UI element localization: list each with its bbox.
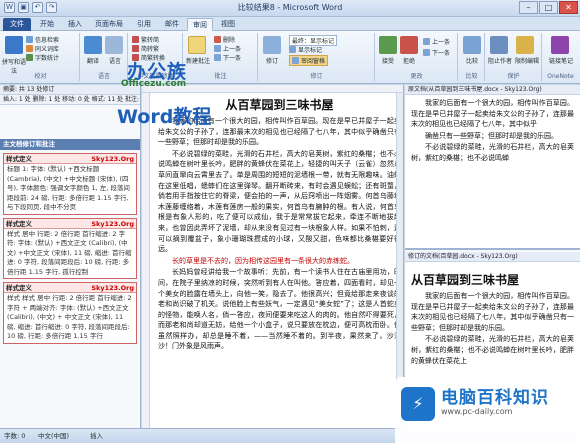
show-markup-button[interactable]: 显示标记 (289, 45, 322, 54)
research-button[interactable]: 信息检索 (26, 35, 59, 44)
compare-icon[interactable] (463, 36, 481, 54)
revision-body: 样式 样式 居中 行距: 2 倍行距 首行缩进: 2 字符 + 两端对齐: 字体… (7, 294, 132, 340)
maximize-icon[interactable]: □ (539, 1, 558, 14)
trad-to-simp-button[interactable]: 繁转简 (132, 35, 159, 44)
status-wordcount[interactable]: 字数: 0 (4, 429, 25, 443)
tab-insert[interactable]: 插入 (62, 18, 88, 31)
group-onenote: 链接笔记 OneNote (543, 33, 578, 81)
tab-mailings[interactable]: 邮件 (159, 18, 185, 31)
status-language[interactable]: 中文(中国) (38, 429, 69, 443)
revised-pane-header: 修订的文档(百草园.docx - Sky123.Org) (405, 252, 580, 262)
brand-url: www.pc-daily.com (441, 407, 513, 416)
revision-card[interactable]: 样式定义 Sky123.Org 样式 样式 居中 行距: 2 倍行距 首行缩进: … (3, 282, 137, 344)
original-document-pane[interactable]: 原文档(从百草园到三味书屋.docx - Sky123.Org) 我家的后面有一… (405, 85, 580, 250)
doc-paragraph-revised: 长的草里是不去的，因为相传这园里有一条很大的赤练蛇。 (172, 256, 354, 265)
group-tracking: 修订 最终：显示标记 显示标记 审阅窗格 修订 (259, 33, 375, 81)
delete-comment-button[interactable]: 删除 (214, 35, 235, 44)
track-changes-label: 修订 (265, 58, 278, 65)
title-bar: W ▣ ↶ ↷ 比较结果8 - Microsoft Word – □ ✕ (0, 0, 580, 17)
reject-label: 拒绝 (402, 58, 415, 65)
group-label-changes: 更改 (410, 73, 423, 80)
tab-home[interactable]: 开始 (34, 18, 60, 31)
window-controls: – □ ✕ (519, 1, 578, 14)
simp-to-trad-button[interactable]: 简转繁 (132, 44, 159, 53)
revised-paragraph: 不必说碧绿的菜畦，光滑的石井栏，高大的皂荚树，紫红的桑椹；也不必说鸣蝉在树叶里长… (411, 335, 574, 365)
group-proofing: 信息检索 同义词库 字数统计 拼写和语法 校对 (2, 33, 80, 81)
revision-author: Sky123.Org (91, 219, 134, 228)
spelling-icon[interactable] (5, 36, 23, 54)
translate-label: 翻译 (86, 58, 99, 65)
revision-body: 样式 居中 行距: 2 倍行距 首行缩进: 2 字符: 字体: (默认) +西文… (7, 229, 132, 276)
original-paragraph: 我家的后面有一个很大的园，相传叫作百草园。现在是早已并屋子一起卖给朱文公的子孙了… (411, 99, 574, 129)
minimize-icon[interactable]: – (519, 1, 538, 14)
original-pane-header: 原文档(从百草园到三味书屋.docx - Sky123.Org) (405, 85, 580, 95)
revision-author: Sky123.Org (91, 155, 134, 163)
next-change-button[interactable]: 下一条 (423, 48, 450, 57)
revision-card[interactable]: 样式定义 Sky123.Org 标题 1: 字体: (默认) +西文标题 (Cam… (3, 153, 137, 215)
pc-daily-watermark: ⚡ 电脑百科知识 www.pc-daily.com (395, 377, 580, 443)
doc-paragraph: 不必说碧绿的菜畦，光滑的石井栏，高大的皂荚树，紫红的桑椹；也不必说鸣蝉在树叶里长… (158, 149, 401, 254)
translate-icon[interactable] (84, 36, 102, 54)
thesaurus-button[interactable]: 同义词库 (26, 44, 59, 53)
close-icon[interactable]: ✕ (559, 1, 578, 14)
revision-author: Sky123.Org (91, 284, 134, 292)
tab-review[interactable]: 审阅 (187, 18, 213, 31)
revision-body: 标题 1: 字体: (默认) +西文标题 (Cambria), (中文) +中文… (7, 165, 130, 211)
brand-name: 电脑百科知识 (441, 388, 549, 408)
officezu-watermark: 办公族 Officezu.com Word教程 (117, 57, 239, 141)
onenote-label: 链接笔记 (548, 58, 573, 65)
ribbon-tabs: 文件 开始 插入 页面布局 引用 邮件 审阅 视图 (0, 17, 580, 31)
group-label-tracking: 修订 (310, 73, 323, 80)
prev-change-button[interactable]: 上一条 (423, 37, 450, 46)
original-paragraph: 确凿只有一些野草；但那时却是我的乐园。 (425, 131, 558, 140)
word-count-button[interactable]: 字数统计 (26, 53, 59, 62)
vertical-ruler[interactable] (142, 93, 150, 428)
doc-paragraph: 长妈妈曾经讲给我一个故事听：先前，有一个读书人住在古庙里用功，晚间，在院子里纳凉… (158, 268, 401, 351)
group-changes: 接受 拒绝 上一条 下一条 更改 (376, 33, 458, 81)
revised-paragraph: 我家的后面有一个很大的园，相传叫作百草园。现在是早已并屋子一起卖给朱文公的子孙了… (411, 292, 574, 332)
track-changes-icon[interactable] (263, 36, 281, 54)
revision-type: 样式定义 (6, 155, 32, 163)
prev-comment-button[interactable]: 上一条 (214, 44, 241, 53)
ribbon: 信息检索 同义词库 字数统计 拼写和语法 校对 翻译 语言 语言 繁转简 简转繁… (0, 31, 580, 84)
tab-view[interactable]: 视图 (215, 18, 241, 31)
status-insert-mode[interactable]: 插入 (90, 429, 103, 443)
new-comment-icon[interactable] (188, 36, 206, 54)
pulse-logo-icon: ⚡ (401, 387, 435, 421)
group-label-onenote: OneNote (547, 73, 574, 80)
block-authors-icon[interactable] (490, 36, 508, 54)
tab-references[interactable]: 引用 (131, 18, 157, 31)
tab-file[interactable]: 文件 (3, 18, 31, 31)
accept-icon[interactable] (379, 36, 397, 54)
group-compare: 比较 比较 (459, 33, 485, 81)
revised-title: 从百草园到三味书屋 (411, 273, 520, 287)
window-title: 比较结果8 - Microsoft Word (237, 3, 343, 12)
restrict-editing-icon[interactable] (516, 36, 534, 54)
restrict-editing-label: 限制编辑 (514, 58, 539, 65)
tab-page-layout[interactable]: 页面布局 (90, 18, 128, 31)
group-label-compare: 比较 (465, 73, 478, 80)
compare-label: 比较 (465, 58, 478, 65)
group-protect: 阻止作者 限制编辑 保护 (486, 33, 542, 81)
watermark-course: Word教程 (117, 106, 212, 128)
revision-card[interactable]: 样式定义 Sky123.Org 样式 居中 行距: 2 倍行距 首行缩进: 2 字… (3, 217, 137, 279)
group-label-proofing: 校对 (34, 73, 47, 80)
watermark-domain: Officezu.com (121, 79, 187, 89)
group-label-protect: 保护 (507, 73, 520, 80)
original-paragraph: 不必说碧绿的菜畦，光滑的石井栏，高大的皂荚树，紫红的桑椹；也不必说鸣蝉 (411, 143, 574, 162)
block-authors-label: 阻止作者 (487, 58, 512, 65)
revision-type: 样式定义 (6, 219, 32, 228)
onenote-icon[interactable] (551, 36, 569, 54)
reject-icon[interactable] (400, 36, 418, 54)
reviewing-pane-button[interactable]: 审阅窗格 (289, 55, 329, 66)
language-icon[interactable] (105, 36, 123, 54)
revision-type: 样式定义 (6, 284, 32, 292)
